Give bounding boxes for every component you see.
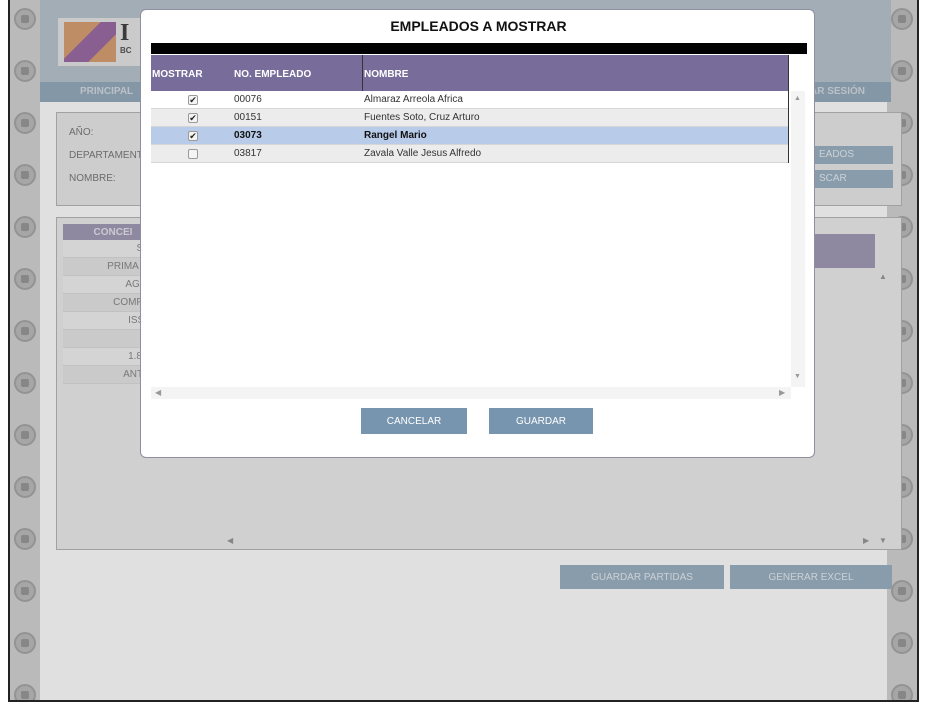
employee-name: Rangel Mario [364,130,427,141]
table-row[interactable]: ✔ 00151 Fuentes Soto, Cruz Arturo [151,109,788,127]
scroll-left-icon[interactable]: ◀ [155,388,161,397]
table-row-selected[interactable]: ✔ 03073 Rangel Mario [151,127,788,145]
employee-name: Fuentes Soto, Cruz Arturo [364,112,480,123]
show-checkbox[interactable]: ✔ [188,95,198,105]
show-checkbox[interactable] [188,149,198,159]
show-checkbox[interactable]: ✔ [188,113,198,123]
employee-number: 03817 [234,148,262,159]
column-name[interactable]: NOMBRE [364,69,408,80]
checkmark-icon: ✔ [189,113,197,123]
checkmark-icon: ✔ [189,95,197,105]
employee-number: 00076 [234,94,262,105]
dialog-title: EMPLEADOS A MOSTRAR [390,18,567,34]
employees-dialog: EMPLEADOS A MOSTRAR MOSTRAR NO. EMPLEADO… [140,9,815,458]
column-show[interactable]: MOSTRAR [152,69,203,80]
checkmark-icon: ✔ [189,131,197,141]
table-row[interactable]: ✔ 00076 Almaraz Arreola Africa [151,91,788,109]
column-number[interactable]: NO. EMPLEADO [234,69,311,80]
show-checkbox[interactable]: ✔ [188,131,198,141]
employee-number: 00151 [234,112,262,123]
scroll-up-icon[interactable]: ▲ [794,95,801,102]
dialog-toolbar-bar [151,43,807,54]
table-horizontal-scrollbar[interactable]: ◀ ▶ [151,387,791,399]
employees-table-body: ✔ 00076 Almaraz Arreola Africa ✔ 00151 F… [151,91,788,163]
table-row[interactable]: 03817 Zavala Valle Jesus Alfredo [151,145,788,163]
browser-page: I BC PRINCIPAL AR SESIÓN AÑO: DEPARTAMEN… [8,0,919,702]
cancel-button[interactable]: CANCELAR [361,408,467,434]
employees-table-header: MOSTRAR NO. EMPLEADO NOMBRE [151,55,788,91]
employee-name: Almaraz Arreola Africa [364,94,463,105]
column-divider [788,55,789,163]
scroll-down-icon[interactable]: ▼ [794,373,801,380]
table-vertical-scrollbar[interactable]: ▲ ▼ [791,91,805,387]
scroll-right-icon[interactable]: ▶ [779,388,785,397]
save-button[interactable]: GUARDAR [489,408,593,434]
employee-number: 03073 [234,130,262,141]
employee-name: Zavala Valle Jesus Alfredo [364,148,482,159]
